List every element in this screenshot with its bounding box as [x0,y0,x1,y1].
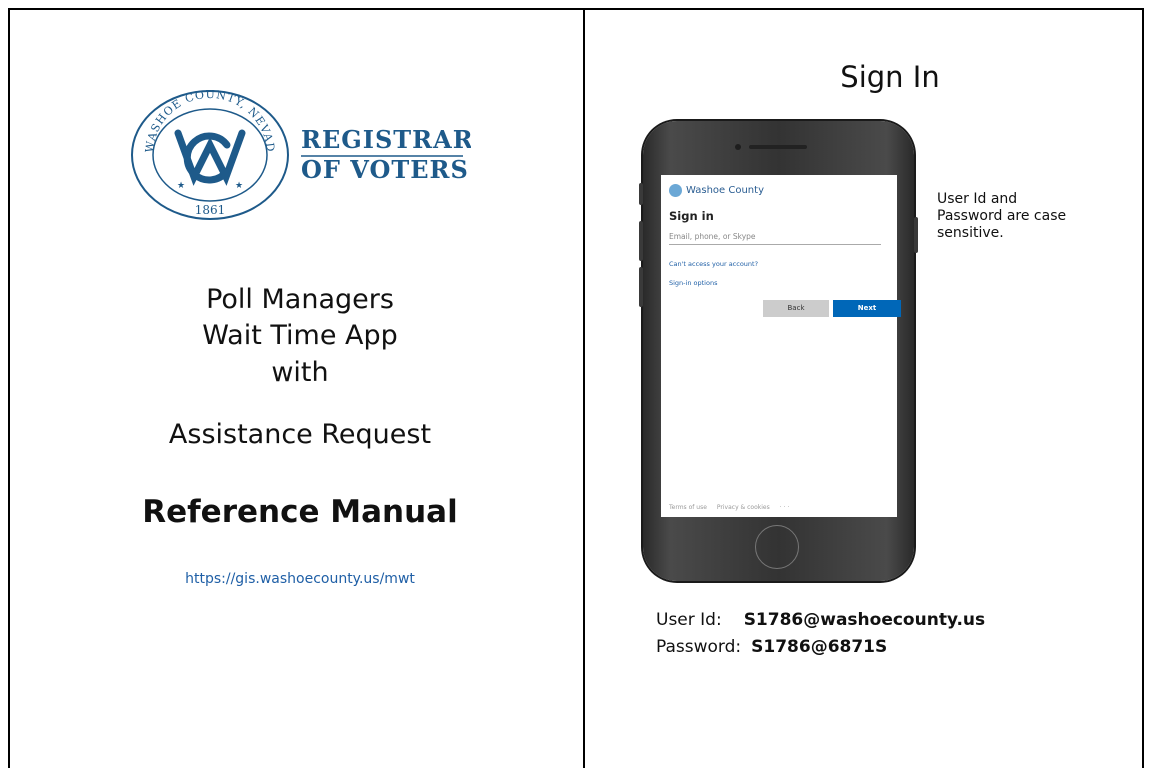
screen-email-input[interactable]: Email, phone, or Skype [669,232,881,245]
user-id-label: User Id: [656,610,722,630]
screen-signin-heading: Sign in [669,209,714,223]
screen-more-icon[interactable]: · · · [780,504,790,511]
svg-text:★: ★ [235,180,243,190]
phone-power-button [914,217,918,253]
phone-home-button [755,525,799,569]
user-id-value: S1786@washoecounty.us [743,610,986,630]
user-id-row: User Id: S1786@washoecounty.us [656,610,985,630]
phone-speaker [749,145,807,149]
password-value: S1786@6871S [751,637,888,657]
svg-text:★: ★ [177,180,185,190]
phone-mute-switch [639,183,643,205]
phone-volume-up [639,221,643,261]
screen-org-logo: Washoe County [669,184,764,197]
logo-year: 1861 [195,203,226,217]
title-line-3: with [271,357,329,388]
phone-screen: Washoe County Sign in Email, phone, or S… [661,175,901,517]
screen-cant-access-link[interactable]: Can't access your account? [669,260,758,268]
title-line-2: Wait Time App [202,320,398,351]
registrar-logo: WASHOE COUNTY, NEVADA ★ ★ 1861 REGISTRAR… [131,85,471,220]
password-row: Password: S1786@6871S [656,637,887,657]
title-line-4: Assistance Request [168,419,432,450]
screen-signin-options-link[interactable]: Sign-in options [669,279,717,287]
phone-volume-down [639,267,643,307]
title-line-1: Poll Managers [206,284,394,315]
screen-back-button[interactable]: Back [763,300,829,317]
screen-next-button[interactable]: Next [833,300,901,317]
phone-mockup: Washoe County Sign in Email, phone, or S… [639,121,918,581]
case-sensitive-note: User Id and Password are case sensitive. [937,191,1067,241]
manual-subtitle: Reference Manual [142,494,458,530]
screen-privacy-link[interactable]: Privacy & cookies [717,504,770,511]
logo-org-line2: OF VOTERS [301,155,469,184]
screen-org-name: Washoe County [686,185,764,196]
screen-footer: Terms of use Privacy & cookies · · · [669,504,789,511]
logo-org-line1: REGISTRAR [301,125,471,154]
password-label: Password: [656,637,742,657]
screen-terms-link[interactable]: Terms of use [669,504,707,511]
app-url-link[interactable]: https://gis.washoecounty.us/mwt [100,571,500,587]
signin-heading: Sign In [840,60,940,94]
washoe-county-icon [669,184,682,197]
phone-camera [735,144,741,150]
